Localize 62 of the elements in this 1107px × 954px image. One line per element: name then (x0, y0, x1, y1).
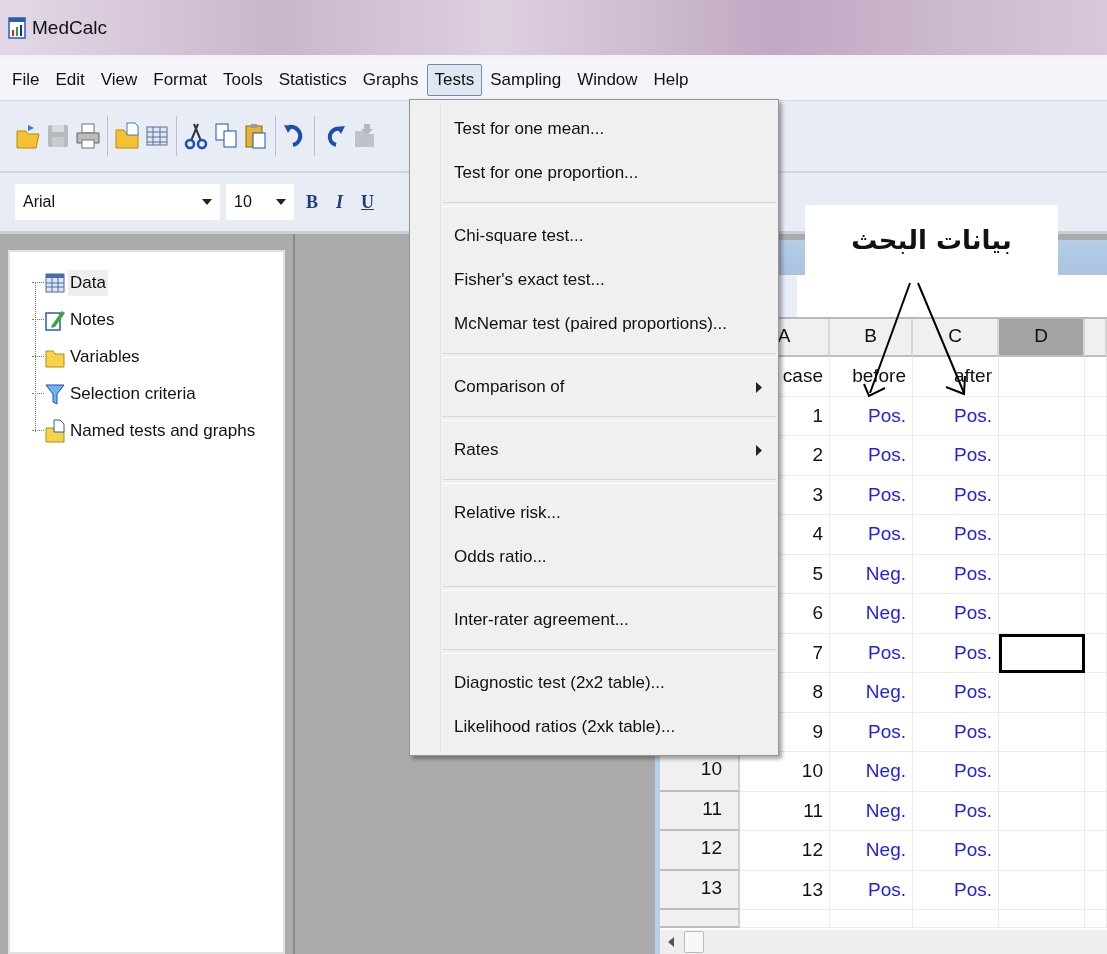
menu-option[interactable]: Test for one proportion... (410, 151, 778, 195)
menu-option[interactable]: Test for one mean... (410, 107, 778, 151)
menu-item[interactable]: Edit (47, 64, 93, 96)
menu-item[interactable]: Tests (426, 64, 483, 96)
table-cell: Neg. (830, 554, 913, 594)
table-cell: Pos. (830, 515, 913, 555)
tree-item[interactable]: Notes (68, 306, 117, 333)
table-cell: Neg. (830, 752, 913, 792)
tree-item[interactable]: Selection criteria (68, 380, 198, 407)
table-cell: Pos. (913, 436, 999, 476)
table-cell: Neg. (830, 791, 913, 831)
font-dropdown[interactable]: Arial (15, 184, 220, 220)
table-cell: Pos. (913, 396, 999, 436)
menu-item[interactable]: Graphs (354, 64, 427, 96)
tree-item[interactable]: Variables (68, 343, 142, 370)
table-cell: Pos. (830, 633, 913, 673)
table-cell: Pos. (913, 870, 999, 910)
table-cell: Pos. (913, 752, 999, 792)
tree-item[interactable]: Data (68, 269, 108, 296)
column-header[interactable]: C (913, 319, 999, 357)
table-cell: Pos. (913, 594, 999, 634)
menu-item[interactable]: Sampling (482, 64, 570, 96)
menu-item[interactable]: Window (569, 64, 646, 96)
table-cell: Pos. (913, 673, 999, 713)
table-cell: Pos. (913, 712, 999, 752)
table-cell: 13 (740, 870, 830, 910)
column-header[interactable]: B (830, 319, 913, 357)
column-header[interactable]: D (999, 319, 1085, 357)
menu-item[interactable]: Help (645, 64, 697, 96)
table-cell: 11 (740, 791, 830, 831)
table-cell: Pos. (830, 870, 913, 910)
italic-button[interactable]: I (330, 187, 350, 217)
menu-item[interactable]: View (92, 64, 146, 96)
menu-item[interactable]: Format (145, 64, 216, 96)
table-cell: Neg. (830, 673, 913, 713)
table-cell: Pos. (830, 436, 913, 476)
table-cell: Pos. (913, 475, 999, 515)
bold-button[interactable]: B (300, 187, 324, 217)
menu-item[interactable]: Statistics (270, 64, 355, 96)
menu-option[interactable]: Fisher's exact test... (410, 258, 778, 302)
row-header[interactable]: 13 (660, 870, 740, 910)
table-cell: Pos. (913, 791, 999, 831)
menu-option[interactable]: Chi-square test... (410, 214, 778, 258)
tree-item[interactable]: Named tests and graphs (68, 417, 258, 444)
window-title: MedCalc (32, 16, 107, 39)
underline-button[interactable]: U (355, 187, 381, 217)
table-cell: Pos. (913, 554, 999, 594)
table-cell: Pos. (913, 831, 999, 871)
menu-item[interactable]: File (4, 64, 48, 96)
table-cell: Neg. (830, 831, 913, 871)
font-size-dropdown[interactable]: 10 (226, 184, 294, 220)
table-cell: Pos. (830, 396, 913, 436)
table-cell: Pos. (830, 712, 913, 752)
table-cell: Neg. (830, 594, 913, 634)
table-cell: 12 (740, 831, 830, 871)
table-cell: Pos. (830, 475, 913, 515)
row-header[interactable]: 12 (660, 831, 740, 871)
callout-label: بيانات البحث (805, 205, 1058, 275)
table-cell: Pos. (913, 515, 999, 555)
menu-item[interactable]: Tools (215, 64, 271, 96)
table-cell: Pos. (913, 633, 999, 673)
row-header[interactable]: 11 (660, 791, 740, 831)
